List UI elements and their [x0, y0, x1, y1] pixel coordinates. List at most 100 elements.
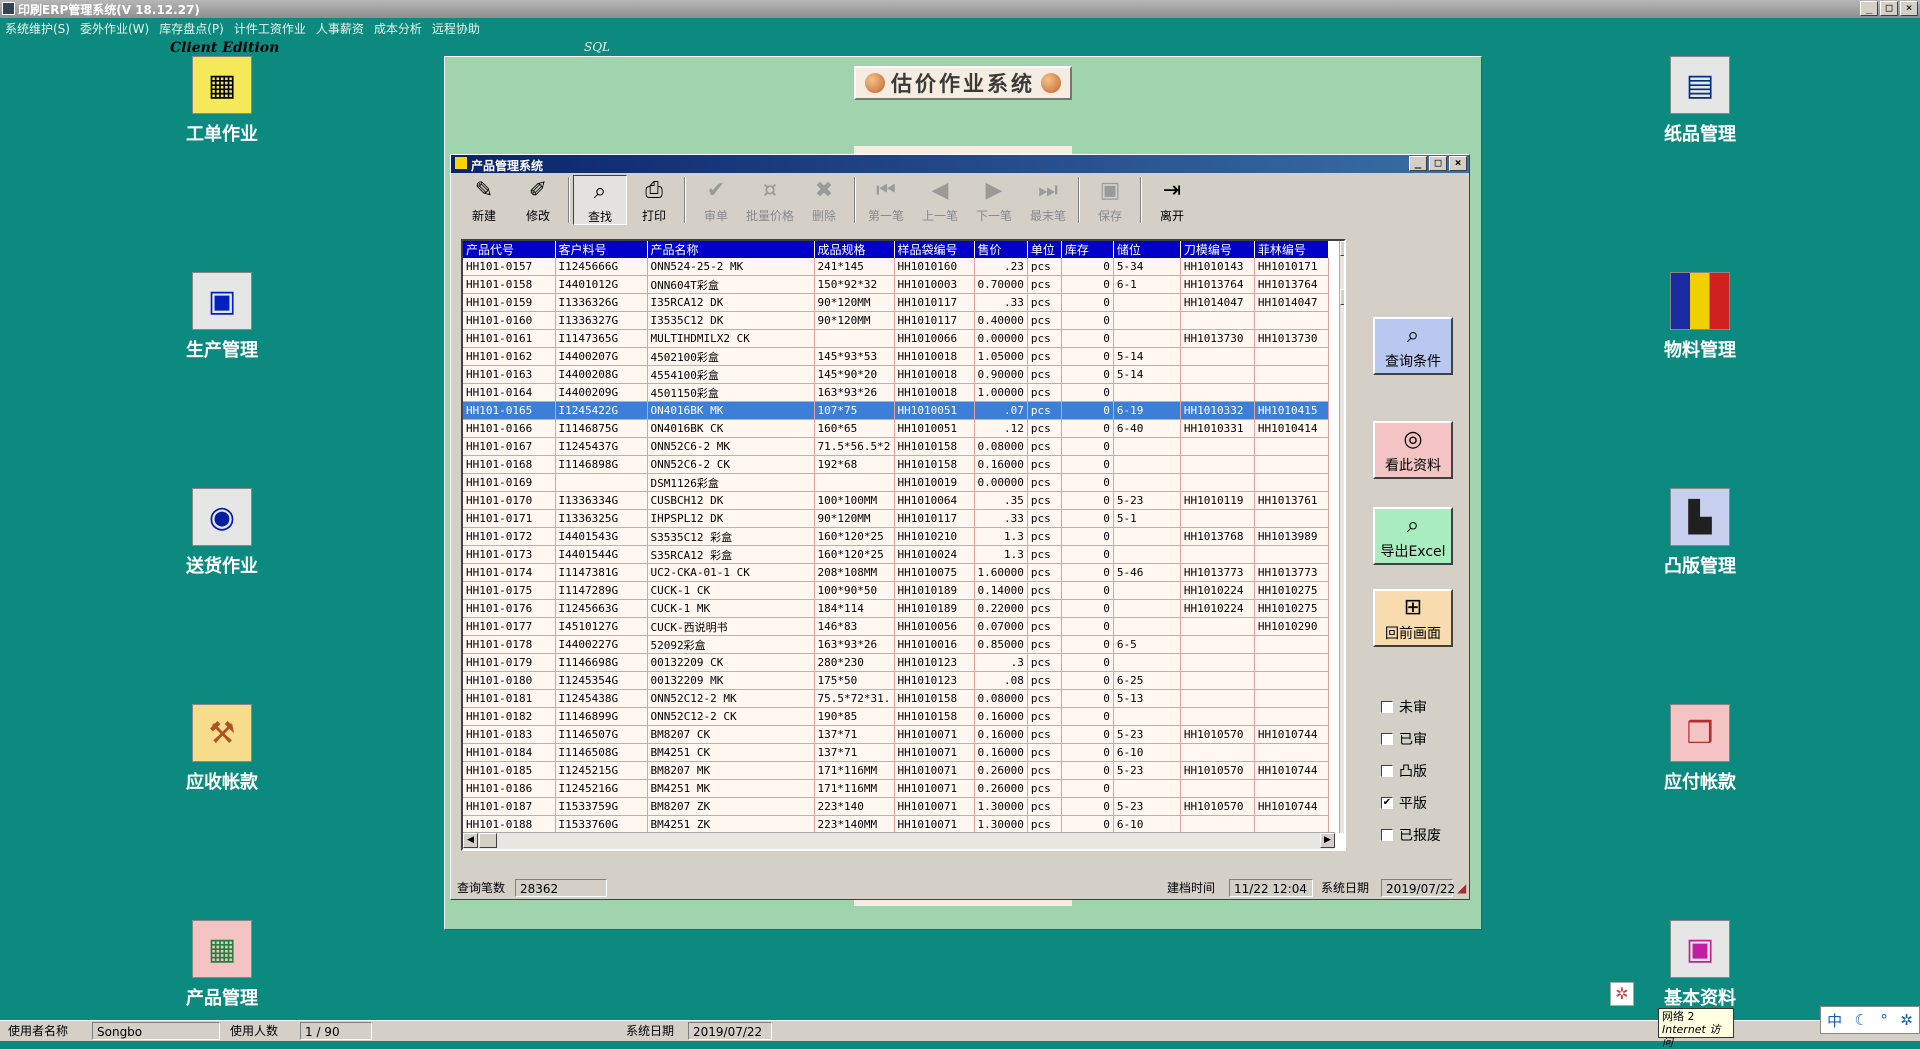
table-cell[interactable]: HH101-0181 — [463, 689, 556, 708]
close-button[interactable]: × — [1900, 1, 1918, 16]
table-cell[interactable]: 160*120*25 — [814, 545, 895, 564]
table-cell[interactable]: HH101-0165 — [463, 401, 556, 420]
product-grid[interactable]: 产品代号 客户料号 产品名称 成品规格 样品袋编号 售价 单位 库存 储位 刀模编号 菲林编号 HH… — [461, 239, 1346, 851]
table-cell[interactable]: 0 — [1061, 617, 1114, 636]
table-cell[interactable] — [1254, 347, 1329, 366]
window-close-button[interactable]: × — [1449, 156, 1467, 171]
table-cell[interactable]: 0 — [1061, 707, 1114, 726]
table-cell[interactable]: 5-1 — [1113, 509, 1181, 528]
column-header[interactable]: 库存 — [1061, 241, 1114, 258]
table-cell[interactable]: 71.5*56.5*2 — [814, 437, 895, 456]
table-cell[interactable] — [1180, 347, 1255, 366]
table-cell[interactable] — [1254, 653, 1329, 672]
table-cell[interactable] — [1180, 779, 1255, 798]
table-row[interactable]: HH101-0182 I1146899G ONN52C12-2 CK 190*85 HH… — [463, 707, 1329, 726]
table-cell[interactable]: 6-10 — [1113, 815, 1181, 834]
table-cell[interactable] — [1254, 671, 1329, 690]
table-cell[interactable]: pcs — [1027, 455, 1062, 474]
table-cell[interactable]: I1336334G — [555, 491, 648, 510]
column-header[interactable]: 产品名称 — [647, 241, 815, 258]
table-cell[interactable]: HH101-0158 — [463, 275, 556, 294]
table-cell[interactable]: BM4251 CK — [647, 743, 815, 762]
table-cell[interactable]: I1245215G — [555, 761, 648, 780]
table-cell[interactable]: 223*140 — [814, 797, 895, 816]
table-cell[interactable]: HH1010158 — [894, 455, 975, 474]
table-cell[interactable]: 00132209 CK — [647, 653, 815, 672]
table-row[interactable]: HH101-0172 I4401543G S3535C12 彩盒 160*120*25… — [463, 527, 1329, 546]
table-cell[interactable]: HH101-0174 — [463, 563, 556, 582]
table-cell[interactable]: HH1010071 — [894, 761, 975, 780]
table-cell[interactable] — [1254, 635, 1329, 654]
table-cell[interactable]: I1146698G — [555, 653, 648, 672]
table-cell[interactable]: HH1010019 — [894, 473, 975, 492]
scroll-thumb[interactable] — [1340, 289, 1344, 305]
table-cell[interactable]: 0 — [1061, 329, 1114, 348]
table-cell[interactable]: HH101-0157 — [463, 258, 556, 276]
table-cell[interactable]: pcs — [1027, 527, 1062, 546]
table-cell[interactable]: I1533760G — [555, 815, 648, 834]
table-cell[interactable]: 0 — [1061, 455, 1114, 474]
table-cell[interactable]: 6-25 — [1113, 671, 1181, 690]
table-cell[interactable]: HH101-0161 — [463, 329, 556, 348]
table-row[interactable]: HH101-0173 I4401544G S35RCA12 彩盒 160*120*25… — [463, 545, 1329, 564]
table-cell[interactable]: HH1010143 — [1180, 258, 1255, 276]
table-cell[interactable]: HH1010275 — [1254, 581, 1329, 600]
table-cell[interactable]: ONN52C6-2 MK — [647, 437, 815, 456]
table-cell[interactable]: 6-10 — [1113, 743, 1181, 762]
table-cell[interactable]: HH1010119 — [1180, 491, 1255, 510]
table-cell[interactable]: 0.08000 — [974, 437, 1028, 456]
table-cell[interactable]: 146*83 — [814, 617, 895, 636]
table-cell[interactable]: 0.85000 — [974, 635, 1028, 654]
table-cell[interactable]: .12 — [974, 419, 1028, 438]
desktop-icon-delivery[interactable]: ◉ 送货作业 — [162, 488, 282, 578]
table-cell[interactable]: HH1010158 — [894, 689, 975, 708]
checkbox-box[interactable] — [1381, 829, 1393, 841]
table-cell[interactable]: HH1010189 — [894, 599, 975, 618]
scroll-up-icon[interactable]: ▲ — [1340, 241, 1344, 256]
table-cell[interactable]: 0 — [1061, 509, 1114, 528]
table-cell[interactable]: HH101-0172 — [463, 527, 556, 546]
table-row[interactable]: HH101-0178 I4400227G 52092彩盒 163*93*26 HH101… — [463, 635, 1329, 654]
table-cell[interactable]: 163*93*26 — [814, 635, 895, 654]
table-cell[interactable]: 0 — [1061, 653, 1114, 672]
table-cell[interactable]: pcs — [1027, 437, 1062, 456]
table-cell[interactable]: .3 — [974, 653, 1028, 672]
table-cell[interactable]: pcs — [1027, 707, 1062, 726]
table-row[interactable]: HH101-0174 I1147381G UC2-CKA-01-1 CK 208*10… — [463, 563, 1329, 582]
table-cell[interactable]: 171*116MM — [814, 761, 895, 780]
table-cell[interactable]: I4401544G — [555, 545, 648, 564]
table-cell[interactable]: 0.70000 — [974, 275, 1028, 294]
column-header[interactable]: 单位 — [1027, 241, 1062, 258]
table-cell[interactable]: pcs — [1027, 473, 1062, 492]
table-cell[interactable]: HH1010332 — [1180, 401, 1255, 420]
table-cell[interactable]: pcs — [1027, 491, 1062, 510]
table-cell[interactable]: CUCK-1 MK — [647, 599, 815, 618]
table-cell[interactable]: HH101-0159 — [463, 293, 556, 312]
column-header[interactable]: 产品代号 — [463, 241, 556, 258]
table-cell[interactable]: HH1014047 — [1180, 293, 1255, 312]
table-cell[interactable]: ONN524-25-2 MK — [647, 258, 815, 276]
table-row[interactable]: HH101-0177 I4510127G CUCK-西说明书 146*83 HH1010… — [463, 617, 1329, 636]
checkbox-box[interactable] — [1381, 765, 1393, 777]
table-cell[interactable]: HH1010071 — [894, 815, 975, 834]
table-cell[interactable]: 241*145 — [814, 258, 895, 276]
table-cell[interactable]: pcs — [1027, 671, 1062, 690]
table-cell[interactable]: 208*108MM — [814, 563, 895, 582]
table-cell[interactable]: I4400209G — [555, 383, 648, 402]
table-cell[interactable]: 0 — [1061, 815, 1114, 834]
table-cell[interactable]: pcs — [1027, 815, 1062, 834]
table-cell[interactable]: HH101-0168 — [463, 455, 556, 474]
table-cell[interactable]: pcs — [1027, 329, 1062, 348]
table-cell[interactable] — [1113, 293, 1181, 312]
table-cell[interactable]: 145*90*20 — [814, 365, 895, 384]
column-header[interactable]: 样品袋编号 — [894, 241, 975, 258]
table-cell[interactable]: I1245438G — [555, 689, 648, 708]
table-row[interactable]: HH101-0185 I1245215G BM8207 MK 171*116MM HH1… — [463, 761, 1329, 780]
table-cell[interactable]: 0 — [1061, 437, 1114, 456]
menu-item[interactable]: 成本分析 — [369, 18, 427, 37]
dot-icon[interactable]: ° — [1880, 1011, 1888, 1029]
table-cell[interactable]: 0 — [1061, 581, 1114, 600]
table-cell[interactable]: BM4251 ZK — [647, 815, 815, 834]
table-cell[interactable]: I1245422G — [555, 401, 648, 420]
table-cell[interactable]: HH101-0178 — [463, 635, 556, 654]
